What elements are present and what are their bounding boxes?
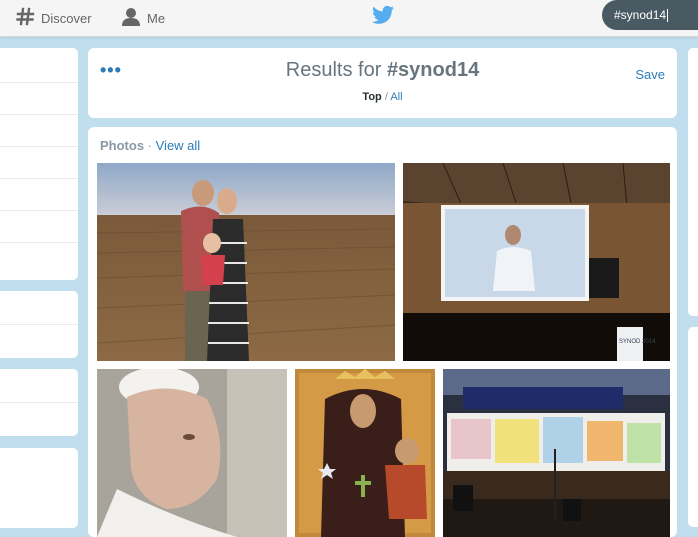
screen-banner-text: SYNOD 2014	[619, 339, 656, 345]
filter-all[interactable]: All	[390, 91, 402, 103]
nav-me[interactable]: Me	[121, 0, 165, 36]
search-value: #synod14	[614, 8, 667, 22]
right-sidebar-card	[688, 327, 698, 527]
left-sidebar-card	[0, 48, 78, 280]
sidebar-row[interactable]	[0, 179, 78, 211]
photos-label: Photos	[100, 138, 145, 153]
person-icon	[121, 7, 141, 29]
results-header: ••• Results for #synod14 Top / All Save	[88, 48, 677, 118]
speaker-on-projection-screen-photo[interactable]: SYNOD 2014	[403, 163, 670, 361]
results-filter: Top / All	[88, 91, 677, 103]
nav-me-label: Me	[147, 10, 166, 26]
nav-discover[interactable]: Discover	[16, 0, 92, 36]
twitter-bird-icon[interactable]	[372, 5, 394, 27]
sidebar-row[interactable]	[0, 147, 78, 179]
filter-top[interactable]: Top	[362, 91, 381, 103]
sidebar-row[interactable]	[0, 325, 78, 357]
madonna-icon-painting-photo[interactable]	[295, 369, 435, 537]
pope-portrait-photo[interactable]	[97, 369, 287, 537]
sidebar-row[interactable]	[0, 403, 78, 435]
page-title: Results for #synod14	[88, 59, 677, 82]
left-sidebar-card	[0, 448, 78, 528]
save-search-button[interactable]: Save	[635, 67, 665, 82]
view-all-link[interactable]: View all	[156, 138, 201, 153]
photos-separator: ·	[144, 138, 156, 153]
hashtag-icon	[16, 7, 35, 29]
sidebar-row[interactable]	[0, 369, 78, 403]
sidebar-row[interactable]	[0, 291, 78, 325]
results-prefix: Results for	[285, 59, 387, 81]
family-in-field-photo[interactable]	[97, 163, 395, 361]
sidebar-row[interactable]	[0, 211, 78, 243]
left-sidebar-card	[0, 291, 78, 358]
stage-with-banners-photo[interactable]	[443, 369, 670, 537]
text-cursor	[667, 8, 669, 22]
sidebar-row[interactable]	[0, 243, 78, 275]
sidebar-row[interactable]	[0, 48, 78, 83]
photos-panel: Photos · View all SYNOD 2014	[88, 127, 677, 537]
right-sidebar-card	[688, 48, 698, 316]
left-sidebar-card	[0, 369, 78, 436]
sidebar-row[interactable]	[0, 115, 78, 147]
photos-header: Photos · View all	[100, 138, 200, 153]
search-input[interactable]: #synod14	[602, 0, 698, 30]
nav-discover-label: Discover	[41, 10, 92, 26]
sidebar-row[interactable]	[0, 83, 78, 115]
results-query: #synod14	[386, 59, 480, 81]
top-navigation-bar: Discover Me #synod14	[0, 0, 698, 37]
